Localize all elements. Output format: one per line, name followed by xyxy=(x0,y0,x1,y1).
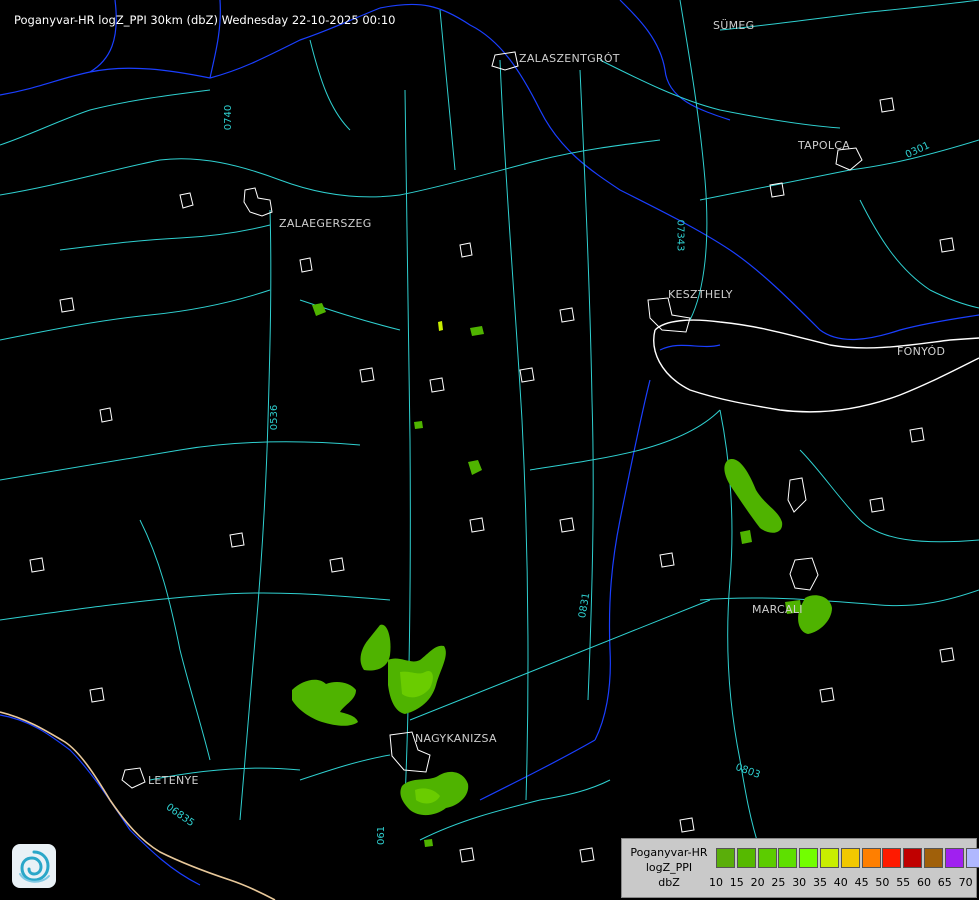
city-label-fonyod: FONYÓD xyxy=(897,345,946,358)
legend-caption: Poganyvar-HR logZ_PPI dbZ xyxy=(624,845,714,890)
road-label-0536: 0536 xyxy=(269,404,281,431)
legend-tick-35: 35 xyxy=(813,876,827,889)
legend-swatch-65 xyxy=(944,848,964,868)
legend-tick-50: 50 xyxy=(875,876,890,889)
legend-swatch-35 xyxy=(820,848,839,868)
city-label-keszthely: KESZTHELY xyxy=(668,288,733,301)
legend-swatch-30 xyxy=(799,848,819,868)
echo-cell xyxy=(740,530,752,544)
echo-cell xyxy=(414,421,423,429)
legend-tick-30: 30 xyxy=(792,876,807,889)
city-label-tapolca: TAPOLCA xyxy=(798,139,851,152)
legend-unit: dbZ xyxy=(658,876,680,889)
dbz-legend: Poganyvar-HR logZ_PPI dbZ 10 15 20 25 30 35 40… xyxy=(621,838,979,898)
city-label-zalaszentgrot: ZALASZENTGRÓT xyxy=(519,52,620,65)
city-label-letenye: LETENYE xyxy=(148,774,199,787)
legend-swatch-15 xyxy=(736,848,756,868)
legend-tick-20: 20 xyxy=(750,876,765,889)
legend-tick-60: 60 xyxy=(917,876,931,889)
legend-swatch-45 xyxy=(861,848,881,868)
legend-tick-55: 55 xyxy=(896,876,911,889)
met-service-logo xyxy=(12,844,56,888)
city-label-nagykanizsa: NAGYKANIZSA xyxy=(415,732,497,745)
road-label-061: 061 xyxy=(376,825,388,846)
legend-swatch-60 xyxy=(924,848,943,868)
city-label-marcali: MARCALI xyxy=(752,603,803,616)
city-label-sumeg: SÜMEG xyxy=(713,19,755,32)
legend-tick-10: 10 xyxy=(709,876,723,889)
echo-cell xyxy=(424,839,433,847)
legend-tick-65: 65 xyxy=(937,876,952,889)
legend-swatch-10 xyxy=(716,848,735,868)
product-title: Poganyvar-HR logZ_PPI 30km (dbZ) Wednesd… xyxy=(14,13,396,27)
legend-tick-45: 45 xyxy=(854,876,869,889)
legend-source: Poganyvar-HR xyxy=(630,846,708,859)
legend-swatch-70 xyxy=(965,848,979,868)
legend-tick-15: 15 xyxy=(729,876,744,889)
legend-swatch-20 xyxy=(757,848,777,868)
legend-tick-40: 40 xyxy=(833,876,848,889)
city-label-zalaegerszeg: ZALAEGERSZEG xyxy=(279,217,372,230)
legend-swatch-55 xyxy=(903,848,923,868)
swirl-logo-icon xyxy=(19,850,50,883)
legend-swatch-50 xyxy=(882,848,902,868)
legend-swatch-25 xyxy=(778,848,798,868)
legend-product: logZ_PPI xyxy=(645,861,693,874)
legend-tick-25: 25 xyxy=(771,876,786,889)
radar-map xyxy=(0,0,979,900)
legend-swatch-40 xyxy=(840,848,860,868)
legend-tick-70: 70 xyxy=(958,876,973,889)
road-label-0740: 0740 xyxy=(223,104,235,131)
road-label-07343: 07343 xyxy=(674,219,686,252)
